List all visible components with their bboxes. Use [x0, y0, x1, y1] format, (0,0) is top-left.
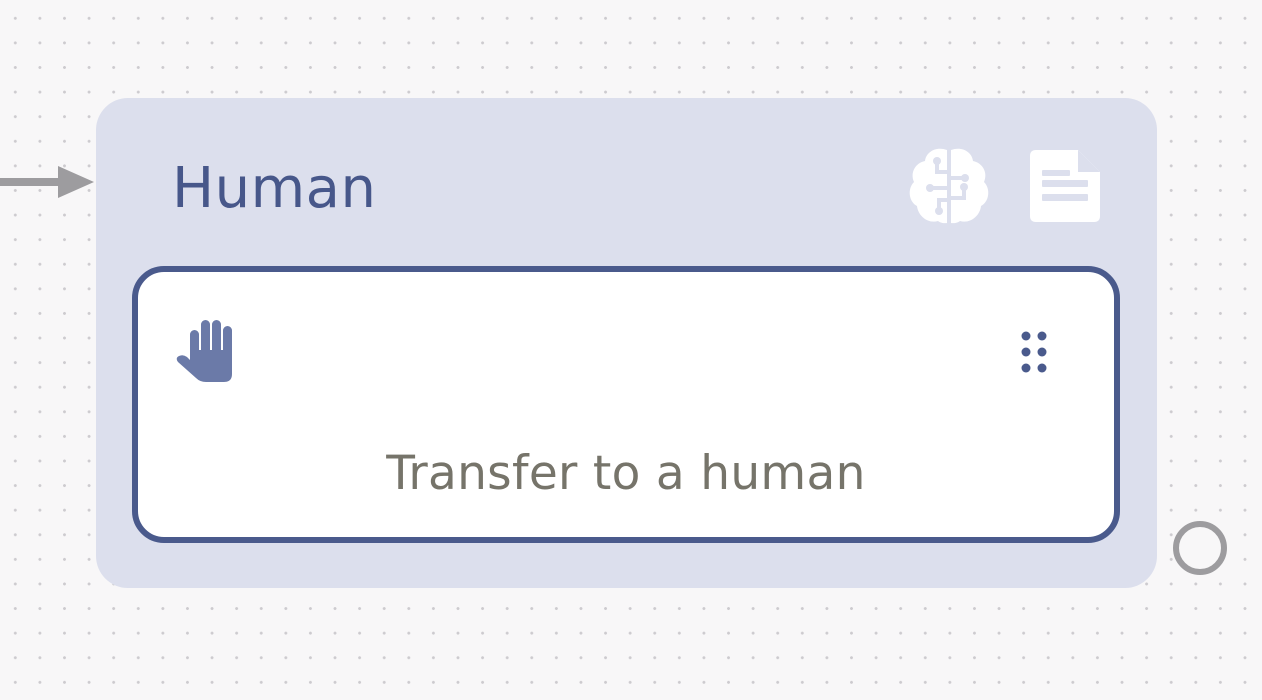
- human-node[interactable]: Human Transfer to a human: [96, 98, 1157, 588]
- flow-canvas[interactable]: Human Transfer to a human: [0, 0, 1262, 700]
- step-label: Transfer to a human: [386, 446, 866, 501]
- output-connector-port[interactable]: [1173, 521, 1227, 575]
- incoming-edge-arrow[interactable]: [0, 164, 100, 200]
- node-title: Human: [172, 156, 377, 221]
- brain-icon[interactable]: [906, 142, 992, 228]
- hand-icon: [176, 320, 232, 382]
- drag-handle-icon[interactable]: [1016, 328, 1052, 376]
- transfer-step-card[interactable]: Transfer to a human: [132, 266, 1120, 543]
- document-icon[interactable]: [1028, 148, 1102, 224]
